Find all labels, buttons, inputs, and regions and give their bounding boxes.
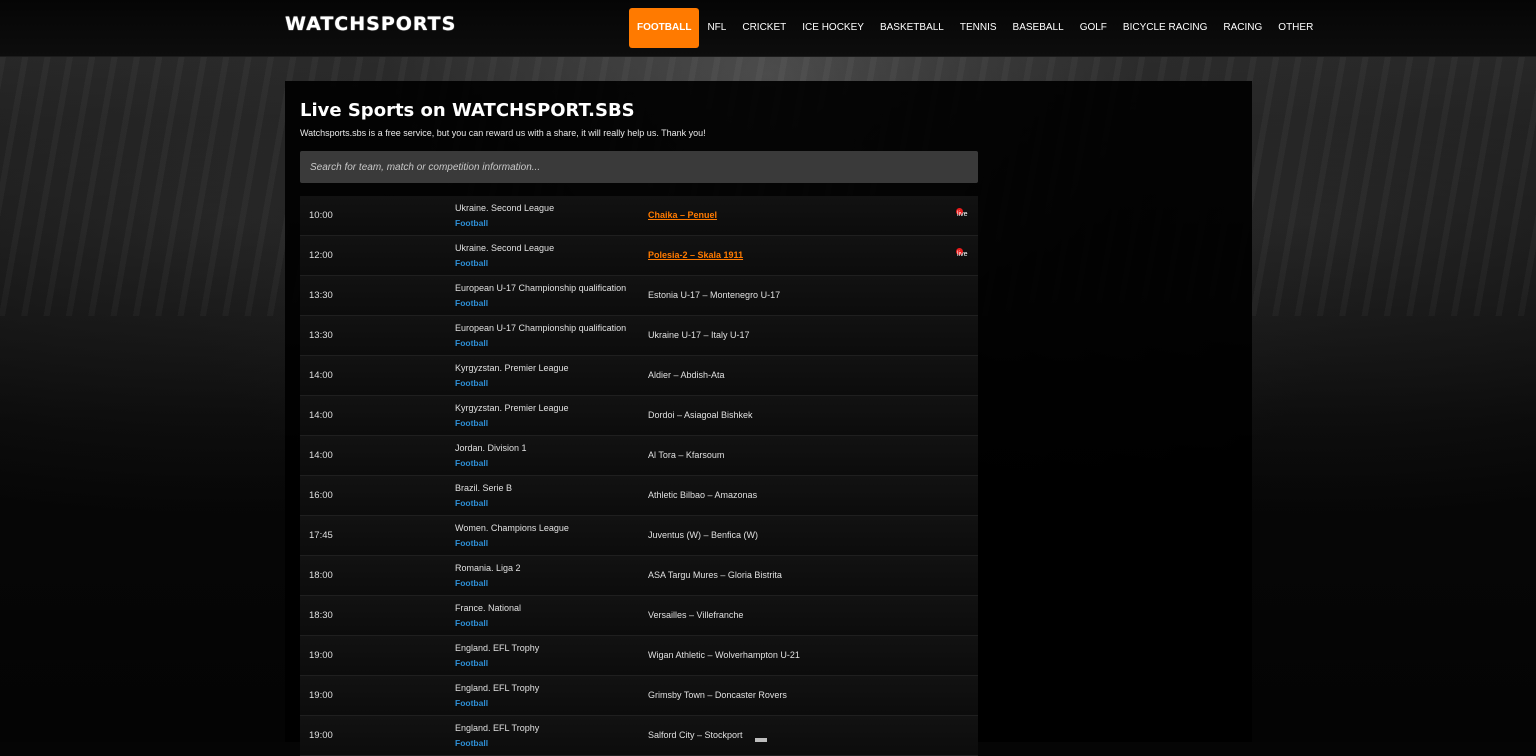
event-sport-link[interactable]: Football (455, 338, 488, 348)
event-sport-link[interactable]: Football (455, 498, 488, 508)
event-league: Kyrgyzstan. Premier League (455, 363, 569, 373)
event-time: 14:00 (309, 410, 333, 421)
event-time: 13:30 (309, 290, 333, 301)
event-match: Al Tora – Kfarsoum (648, 450, 725, 460)
event-league: European U-17 Championship qualification (455, 323, 627, 333)
event-league: Ukraine. Second League (455, 203, 555, 213)
nav-item-other[interactable]: OTHER (1270, 8, 1321, 48)
event-league: European U-17 Championship qualification (455, 283, 627, 293)
event-sport-link[interactable]: Football (455, 738, 488, 748)
event-row[interactable]: 19:00 England. EFL Trophy Football Salford … (300, 716, 978, 756)
nav-item-ice-hockey[interactable]: ICE HOCKEY (794, 8, 872, 48)
event-match: Aldier – Abdish-Ata (648, 370, 725, 380)
scroll-indicator[interactable] (755, 738, 767, 742)
event-time: 19:00 (309, 650, 333, 661)
nav-item-tennis[interactable]: TENNIS (952, 8, 1005, 48)
live-label: live (957, 251, 968, 258)
event-time: 10:00 (309, 210, 333, 221)
event-league: England. EFL Trophy (455, 643, 540, 653)
event-time: 17:45 (309, 530, 333, 541)
event-row[interactable]: 13:30 European U-17 Championship qualific… (300, 316, 978, 356)
event-row[interactable]: 10:00 Ukraine. Second League Football Chaik… (300, 196, 978, 236)
events-table: 10:00 Ukraine. Second League Football Chaik… (300, 196, 978, 756)
event-sport-link[interactable]: Football (455, 658, 488, 668)
event-sport-link[interactable]: Football (455, 218, 488, 228)
event-time: 18:00 (309, 570, 333, 581)
event-time: 12:00 (309, 250, 333, 261)
event-match-link[interactable]: Chaika – Penuel (648, 210, 717, 220)
nav-item-baseball[interactable]: BASEBALL (1005, 8, 1072, 48)
event-row[interactable]: 17:45 Women. Champions League Football Juve… (300, 516, 978, 556)
event-league: Brazil. Serie B (455, 483, 513, 493)
event-league: Women. Champions League (455, 523, 569, 533)
site-logo[interactable]: WATCHSPORTS (285, 13, 456, 35)
event-league: Ukraine. Second League (455, 243, 555, 253)
event-row[interactable]: 14:00 Kyrgyzstan. Premier League Football A… (300, 356, 978, 396)
sport-nav: FOOTBALL NFL CRICKET ICE HOCKEY BASKETBALL TE… (629, 8, 1321, 48)
event-league: Kyrgyzstan. Premier League (455, 403, 569, 413)
event-match: ASA Targu Mures – Gloria Bistrita (648, 570, 782, 580)
event-sport-link[interactable]: Football (455, 578, 488, 588)
live-badge: live (956, 208, 968, 218)
event-row[interactable]: 19:00 England. EFL Trophy Football Wigan At… (300, 636, 978, 676)
event-row[interactable]: 12:00 Ukraine. Second League Football Poles… (300, 236, 978, 276)
event-time: 19:00 (309, 730, 333, 741)
top-navigation-bar: WATCHSPORTS FOOTBALL NFL CRICKET ICE HOCKEY… (0, 0, 1536, 57)
event-sport-link[interactable]: Football (455, 258, 488, 268)
event-row[interactable]: 18:30 France. National Football Versailles … (300, 596, 978, 636)
event-match: Athletic Bilbao – Amazonas (648, 490, 758, 500)
event-league: Romania. Liga 2 (455, 563, 521, 573)
event-sport-link[interactable]: Football (455, 418, 488, 428)
nav-item-racing[interactable]: RACING (1215, 8, 1270, 48)
event-sport-link[interactable]: Football (455, 618, 488, 628)
page-title: Live Sports on WATCHSPORT.SBS (300, 100, 635, 121)
nav-item-cricket[interactable]: CRICKET (734, 8, 794, 48)
event-time: 16:00 (309, 490, 333, 501)
nav-item-bicycle-racing[interactable]: BICYCLE RACING (1115, 8, 1215, 48)
event-match: Grimsby Town – Doncaster Rovers (648, 690, 787, 700)
search-input[interactable] (300, 151, 978, 183)
event-row[interactable]: 14:00 Kyrgyzstan. Premier League Football D… (300, 396, 978, 436)
live-label: live (957, 211, 968, 218)
event-sport-link[interactable]: Football (455, 458, 488, 468)
event-sport-link[interactable]: Football (455, 538, 488, 548)
nav-item-football[interactable]: FOOTBALL (629, 8, 700, 48)
event-row[interactable]: 14:00 Jordan. Division 1 Football Al Tora –… (300, 436, 978, 476)
event-row[interactable]: 18:00 Romania. Liga 2 Football ASA Targu Mu… (300, 556, 978, 596)
event-time: 19:00 (309, 690, 333, 701)
event-time: 14:00 (309, 370, 333, 381)
page-subtitle: Watchsports.sbs is a free service, but y… (300, 128, 706, 138)
event-match: Juventus (W) – Benfica (W) (648, 530, 759, 540)
event-match-link[interactable]: Polesia-2 – Skala 1911 (648, 250, 743, 260)
event-match: Salford City – Stockport (648, 730, 743, 740)
event-row[interactable]: 19:00 England. EFL Trophy Football Grimsby … (300, 676, 978, 716)
event-sport-link[interactable]: Football (455, 378, 488, 388)
live-badge: live (956, 248, 968, 258)
event-time: 13:30 (309, 330, 333, 341)
event-match: Ukraine U-17 – Italy U-17 (648, 330, 750, 340)
event-league: France. National (455, 603, 522, 613)
event-league: Jordan. Division 1 (455, 443, 527, 453)
event-match: Versailles – Villefranche (648, 610, 744, 620)
nav-item-basketball[interactable]: BASKETBALL (872, 8, 952, 48)
event-row[interactable]: 13:30 European U-17 Championship qualific… (300, 276, 978, 316)
event-league: England. EFL Trophy (455, 723, 540, 733)
nav-item-nfl[interactable]: NFL (699, 8, 734, 48)
nav-item-golf[interactable]: GOLF (1072, 8, 1115, 48)
event-match: Estonia U-17 – Montenegro U-17 (648, 290, 781, 300)
event-time: 14:00 (309, 450, 333, 461)
event-sport-link[interactable]: Football (455, 698, 488, 708)
event-match: Wigan Athletic – Wolverhampton U-21 (648, 650, 800, 660)
event-sport-link[interactable]: Football (455, 298, 488, 308)
event-time: 18:30 (309, 610, 333, 621)
event-match: Dordoi – Asiagoal Bishkek (648, 410, 753, 420)
event-row[interactable]: 16:00 Brazil. Serie B Football Athletic Bil… (300, 476, 978, 516)
event-league: England. EFL Trophy (455, 683, 540, 693)
